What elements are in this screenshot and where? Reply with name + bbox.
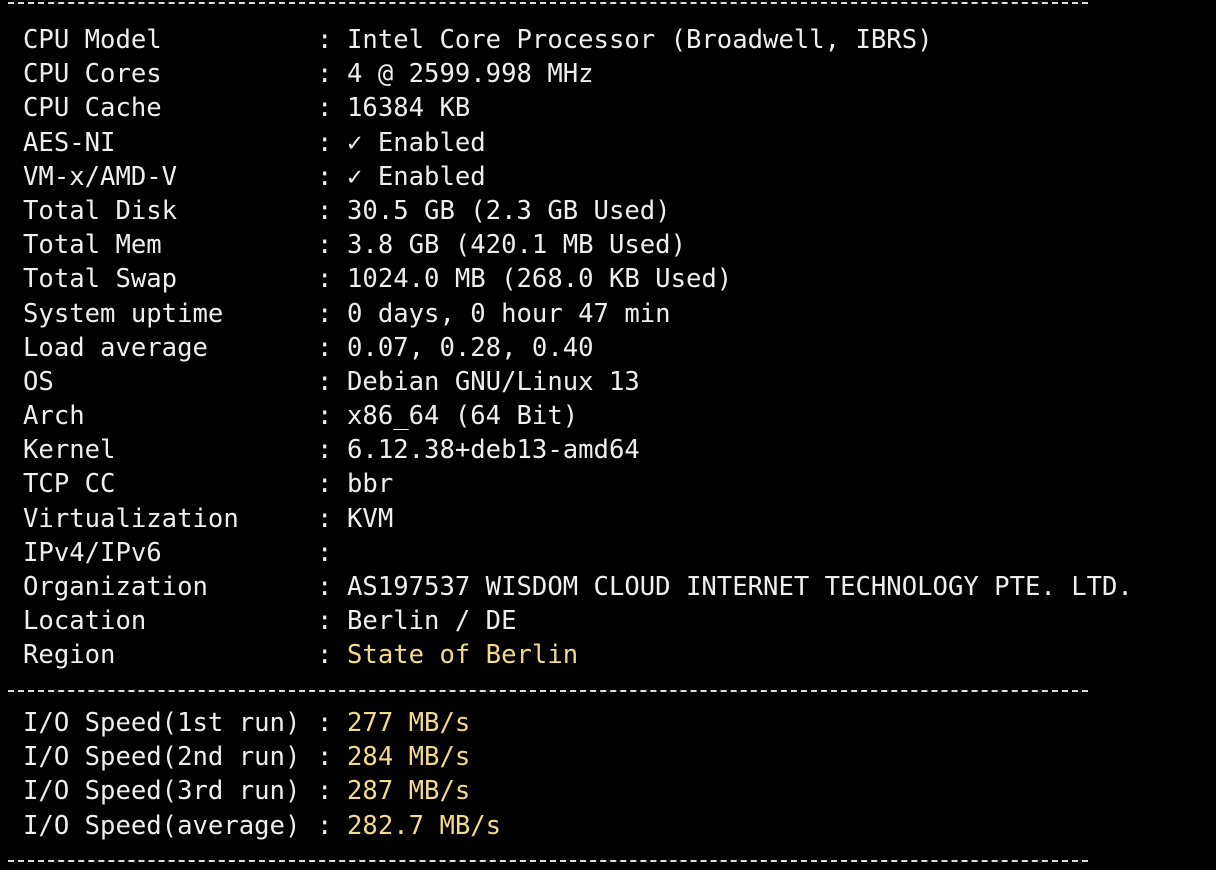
info-row: IPv4/IPv6: bbox=[23, 536, 1133, 570]
info-label: Total Swap bbox=[23, 264, 178, 295]
info-label: VM-x/AMD-V bbox=[23, 161, 178, 192]
info-label: AES-NI bbox=[23, 127, 116, 158]
info-value: 1024.0 MB (268.0 KB Used) bbox=[347, 264, 733, 295]
colon-separator: : bbox=[317, 606, 333, 637]
colon-separator: : bbox=[317, 810, 333, 841]
info-value: ✓ Enabled bbox=[347, 127, 486, 158]
info-label: I/O Speed(2nd run) bbox=[23, 742, 301, 773]
info-value: 282.7 MB/s bbox=[347, 810, 502, 841]
info-row: Location: Berlin / DE bbox=[23, 604, 1133, 638]
colon-separator: : bbox=[317, 230, 333, 261]
info-row: I/O Speed(1st run):277 MB/s bbox=[23, 706, 501, 740]
info-value: ✓ Enabled bbox=[347, 161, 486, 192]
info-label: Location bbox=[23, 606, 147, 637]
info-value: Berlin / DE bbox=[347, 606, 517, 637]
info-label: Kernel bbox=[23, 435, 116, 466]
info-row: I/O Speed(3rd run):287 MB/s bbox=[23, 774, 501, 808]
info-row: AES-NI: ✓ Enabled bbox=[23, 126, 1133, 160]
colon-separator: : bbox=[317, 59, 333, 90]
info-row: CPU Cores:4 @ 2599.998 MHz bbox=[23, 57, 1133, 91]
info-value: Debian GNU/Linux 13 bbox=[347, 366, 640, 397]
info-row: Total Swap:1024.0 MB (268.0 KB Used) bbox=[23, 262, 1133, 296]
info-row: Organization: AS197537 WISDOM CLOUD INTER… bbox=[23, 570, 1133, 604]
colon-separator: : bbox=[317, 366, 333, 397]
colon-separator: : bbox=[317, 401, 333, 432]
system-info-block: CPU Model: Intel Core Processor (Broadwel… bbox=[23, 23, 1133, 673]
info-value: 0.07, 0.28, 0.40 bbox=[347, 332, 594, 363]
info-label: CPU Cache bbox=[23, 93, 162, 124]
colon-separator: : bbox=[317, 195, 333, 226]
info-value: bbr bbox=[347, 469, 394, 500]
colon-separator: : bbox=[317, 264, 333, 295]
info-label: IPv4/IPv6 bbox=[23, 537, 162, 568]
info-row: CPU Model: Intel Core Processor (Broadwel… bbox=[23, 23, 1133, 57]
info-row: Arch: x86_64 (64 Bit) bbox=[23, 399, 1133, 433]
info-row: Load average:0.07, 0.28, 0.40 bbox=[23, 331, 1133, 365]
info-label: Arch bbox=[23, 401, 85, 432]
separator-line bbox=[8, 680, 1088, 700]
info-label: Region bbox=[23, 640, 116, 671]
info-row: I/O Speed(average):282.7 MB/s bbox=[23, 809, 501, 843]
info-value: AS197537 WISDOM CLOUD INTERNET TECHNOLOG… bbox=[347, 572, 1133, 602]
info-row: CPU Cache:16384 KB bbox=[23, 91, 1133, 125]
colon-separator: : bbox=[317, 742, 333, 773]
info-label: CPU Cores bbox=[23, 59, 162, 90]
info-label: Virtualization bbox=[23, 503, 239, 534]
separator-line bbox=[8, 850, 1088, 870]
info-value: 30.5 GB (2.3 GB Used) bbox=[347, 195, 671, 226]
colon-separator: : bbox=[317, 127, 333, 158]
colon-separator: : bbox=[317, 469, 333, 500]
colon-separator: : bbox=[317, 537, 333, 568]
info-label: OS bbox=[23, 366, 54, 397]
info-label: Organization bbox=[23, 572, 208, 602]
info-row: Total Disk:30.5 GB (2.3 GB Used) bbox=[23, 194, 1133, 228]
colon-separator: : bbox=[317, 332, 333, 363]
colon-separator: : bbox=[317, 93, 333, 124]
info-label: CPU Model bbox=[23, 25, 162, 55]
info-label: Total Disk bbox=[23, 195, 178, 226]
info-row: Region: State of Berlin bbox=[23, 638, 1133, 672]
info-label: TCP CC bbox=[23, 469, 116, 500]
info-value: 3.8 GB (420.1 MB Used) bbox=[347, 230, 686, 261]
info-row: System uptime:0 days, 0 hour 47 min bbox=[23, 297, 1133, 331]
colon-separator: : bbox=[317, 708, 333, 738]
colon-separator: : bbox=[317, 435, 333, 466]
info-value: x86_64 (64 Bit) bbox=[347, 401, 579, 432]
colon-separator: : bbox=[317, 298, 333, 329]
info-row: OS: Debian GNU/Linux 13 bbox=[23, 365, 1133, 399]
io-speed-block: I/O Speed(1st run):277 MB/s I/O Speed(2nd… bbox=[23, 706, 501, 843]
info-label: I/O Speed(1st run) bbox=[23, 708, 301, 738]
info-row: TCP CC: bbr bbox=[23, 467, 1133, 501]
info-value: State of Berlin bbox=[347, 640, 579, 671]
info-value: Intel Core Processor (Broadwell, IBRS) bbox=[347, 25, 933, 55]
colon-separator: : bbox=[317, 640, 333, 671]
colon-separator: : bbox=[317, 776, 333, 807]
info-row: Total Mem:3.8 GB (420.1 MB Used) bbox=[23, 228, 1133, 262]
info-value: 16384 KB bbox=[347, 93, 471, 124]
colon-separator: : bbox=[317, 572, 333, 602]
colon-separator: : bbox=[317, 503, 333, 534]
info-label: I/O Speed(3rd run) bbox=[23, 776, 301, 807]
info-row: Virtualization: KVM bbox=[23, 502, 1133, 536]
info-label: Total Mem bbox=[23, 230, 162, 261]
info-label: Load average bbox=[23, 332, 208, 363]
info-value: 277 MB/s bbox=[347, 708, 471, 738]
info-row: VM-x/AMD-V: ✓ Enabled bbox=[23, 160, 1133, 194]
info-label: I/O Speed(average) bbox=[23, 810, 301, 841]
info-value: 284 MB/s bbox=[347, 742, 471, 773]
colon-separator: : bbox=[317, 25, 333, 55]
info-row: I/O Speed(2nd run):284 MB/s bbox=[23, 740, 501, 774]
info-value: 0 days, 0 hour 47 min bbox=[347, 298, 671, 329]
info-value: 4 @ 2599.998 MHz bbox=[347, 59, 594, 90]
info-value: 287 MB/s bbox=[347, 776, 471, 807]
terminal-output: CPU Model: Intel Core Processor (Broadwel… bbox=[0, 0, 1216, 864]
info-row: Kernel:6.12.38+deb13-amd64 bbox=[23, 433, 1133, 467]
info-value: KVM bbox=[347, 503, 394, 534]
separator-line bbox=[8, 0, 1088, 12]
info-label: System uptime bbox=[23, 298, 224, 329]
colon-separator: : bbox=[317, 161, 333, 192]
info-value: 6.12.38+deb13-amd64 bbox=[347, 435, 640, 466]
